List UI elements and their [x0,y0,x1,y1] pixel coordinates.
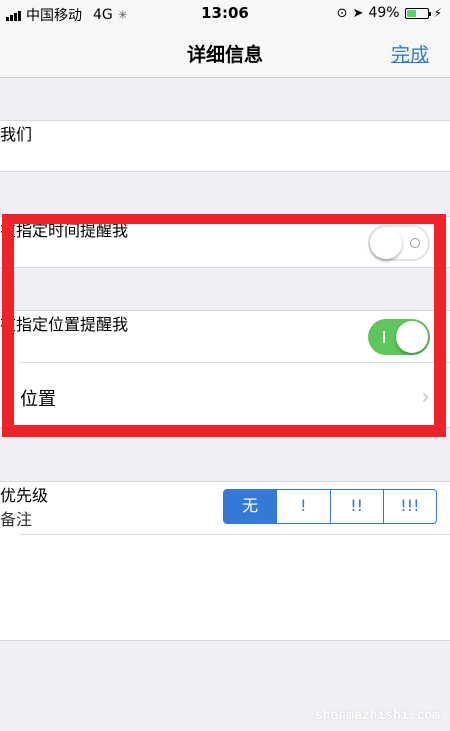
remind-time-section: 在指定时间提醒我 [0,216,450,268]
priority-low-segment[interactable]: ! [276,490,329,523]
battery-icon [404,7,431,19]
priority-high-segment[interactable]: !!! [382,490,436,523]
navigation-bar: 详细信息 完成 [0,28,450,78]
remind-location-section: 在指定位置提醒我 位置 › [0,310,450,428]
charging-icon: ⚡ [433,6,442,20]
title-section: 我们 [0,120,450,172]
priority-medium-segment[interactable]: !! [329,490,383,523]
switch-knob [396,321,428,353]
battery-percent: 49% [368,5,400,21]
page-title: 详细信息 [186,44,263,66]
switch-knob [370,227,402,259]
status-bar: 中国移动 4G ✳ 13:06 ⊙ ➤ 49% ⚡ [0,0,450,28]
remind-time-switch[interactable] [368,225,430,261]
notes-field[interactable] [0,535,450,640]
orientation-lock-icon: ⊙ [336,5,348,21]
location-arrow-icon: ➤ [352,5,364,21]
switch-off-indicator [410,238,420,248]
chevron-right-icon: › [421,385,430,410]
location-label: 位置 [20,389,56,410]
watermark: shenmazhishi.com [314,708,440,723]
status-right: ⊙ ➤ 49% ⚡ [337,5,442,21]
remind-location-switch[interactable] [368,319,430,355]
priority-control: 无 ! !! !!! [223,489,437,524]
location-row[interactable]: 位置 › [0,363,450,427]
priority-none-segment[interactable]: 无 [224,490,277,523]
reminder-title[interactable]: 我们 [0,121,450,145]
done-button[interactable]: 完成 [391,40,429,67]
switch-on-indicator [383,331,385,343]
